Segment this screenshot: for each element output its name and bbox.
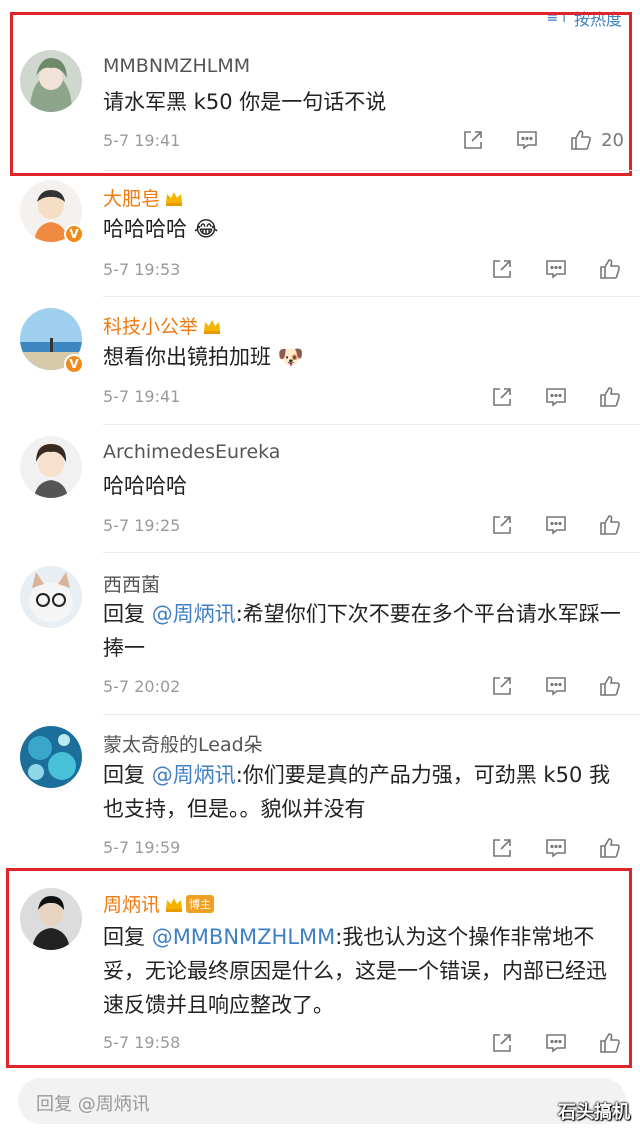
comment-text: 回复 @MMBNMZHLMM:我也认为这个操作非常地不妥，无论最终原因是什么，这… [103, 925, 607, 1017]
author-name: 科技小公举 [103, 316, 199, 338]
comment-author[interactable]: 科技小公举 [103, 312, 222, 339]
reply-button[interactable] [513, 126, 541, 154]
mention-link[interactable]: @周炳讯 [152, 763, 236, 787]
crown-icon [166, 192, 183, 206]
comment-time: 5-7 19:59 [103, 838, 181, 857]
comment-time: 5-7 19:41 [103, 387, 181, 406]
like-button[interactable] [596, 383, 624, 411]
comment-author[interactable]: MMBNMZHLMM [103, 55, 250, 77]
like-button[interactable] [596, 834, 624, 862]
reply-placeholder: 回复 @周炳讯 [36, 1094, 150, 1115]
blogger-tag: 博主 [186, 895, 215, 913]
reply-input[interactable]: 回复 @周炳讯 [18, 1078, 626, 1124]
like-count: 20 [601, 129, 624, 151]
comment-time: 5-7 19:25 [103, 516, 181, 535]
comment-icon [546, 1034, 566, 1053]
share-button[interactable] [488, 383, 516, 411]
share-icon [493, 260, 511, 278]
comment-text: 回复 @周炳讯:希望你们下次不要在多个平台请水军踩一捧一 [103, 602, 621, 660]
reply-button[interactable] [542, 834, 570, 862]
comment-actions [462, 834, 624, 862]
comment-actions [462, 255, 624, 283]
comment-actions: 20 [433, 126, 624, 154]
comment-icon [546, 260, 566, 279]
thumbs-up-icon [600, 1033, 620, 1053]
like-button[interactable] [596, 1029, 624, 1057]
avatar[interactable] [20, 888, 82, 950]
reply-button[interactable] [542, 511, 570, 539]
share-button[interactable] [488, 255, 516, 283]
thumbs-up-icon [600, 515, 620, 535]
share-icon [493, 388, 511, 406]
verified-badge: V [64, 354, 84, 374]
doge-emoji: 🐶 [277, 345, 304, 369]
divider [103, 170, 640, 171]
comment-author[interactable]: 蒙太奇般的Lead朵 [103, 730, 263, 757]
thumbs-up-icon [571, 130, 592, 150]
reply-button[interactable] [542, 383, 570, 411]
share-button[interactable] [459, 126, 487, 154]
like-button[interactable] [596, 672, 624, 700]
comment-time: 5-7 19:58 [103, 1033, 181, 1052]
avatar[interactable] [20, 50, 82, 112]
reply-button[interactable] [542, 255, 570, 283]
comment-time: 5-7 20:02 [103, 677, 181, 696]
crown-icon [204, 320, 221, 334]
comment-author[interactable]: 周炳讯 博主 [103, 890, 215, 917]
comment-author[interactable]: 西西菌 [103, 570, 160, 597]
share-button[interactable] [488, 834, 516, 862]
crown-icon [166, 898, 183, 912]
thumbs-up-icon [600, 259, 620, 279]
comment-time: 5-7 19:53 [103, 260, 181, 279]
crying-laugh-emoji: 😂 [193, 217, 219, 241]
like-button[interactable] [596, 511, 624, 539]
thumbs-up-icon [600, 838, 620, 858]
avatar[interactable] [20, 436, 82, 498]
avatar[interactable] [20, 566, 82, 628]
share-icon [493, 516, 511, 534]
watermark: 石头搞机 [558, 1102, 630, 1123]
comment-actions [462, 383, 624, 411]
verified-badge: V [64, 224, 84, 244]
reply-button[interactable] [542, 1029, 570, 1057]
comment-author[interactable]: 大肥皂 [103, 184, 184, 211]
comment-author[interactable]: ArchimedesEureka [103, 441, 280, 463]
comment-icon [546, 677, 566, 696]
mention-link[interactable]: @MMBNMZHLMM [152, 925, 336, 949]
comment-icon [546, 388, 566, 407]
share-icon [464, 131, 482, 149]
comment-time: 5-7 19:41 [103, 131, 181, 150]
like-button[interactable] [596, 255, 624, 283]
comment-text: 哈哈哈哈 😂 [103, 217, 219, 241]
comment-actions [462, 1029, 624, 1057]
mention-link[interactable]: @周炳讯 [152, 602, 236, 626]
share-icon [493, 677, 511, 695]
comment-icon [546, 839, 566, 858]
share-icon [493, 1034, 511, 1052]
comment-icon [546, 516, 566, 535]
share-button[interactable] [488, 1029, 516, 1057]
comment-text: 请水军黑 k50 你是一句话不说 [103, 90, 387, 114]
comment-actions [462, 672, 624, 700]
like-button[interactable] [567, 126, 595, 154]
author-name: 周炳讯 [103, 894, 161, 916]
comment-actions [462, 511, 624, 539]
reply-button[interactable] [542, 672, 570, 700]
divider [103, 296, 640, 297]
thumbs-up-icon [600, 676, 620, 696]
divider [103, 424, 640, 425]
divider [103, 552, 640, 553]
avatar[interactable] [20, 726, 82, 788]
comment-text: 哈哈哈哈 [103, 474, 187, 498]
comment-text: 回复 @周炳讯:你们要是真的产品力强，可劲黑 k50 我也支持，但是。。貌似并没… [103, 763, 610, 821]
divider [103, 714, 640, 715]
share-icon [493, 839, 511, 857]
share-button[interactable] [488, 511, 516, 539]
comment-text: 想看你出镜拍加班 🐶 [103, 345, 304, 369]
author-name: 大肥皂 [103, 188, 161, 210]
thumbs-up-icon [600, 387, 620, 407]
comment-icon [517, 131, 537, 150]
share-button[interactable] [488, 672, 516, 700]
